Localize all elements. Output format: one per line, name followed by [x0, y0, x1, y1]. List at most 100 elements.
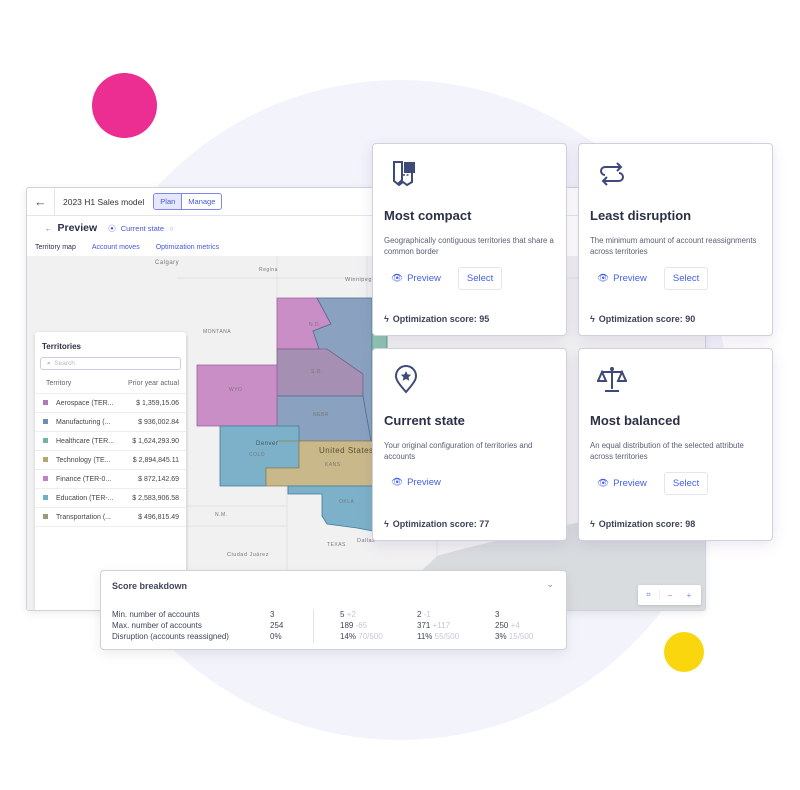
territory-name: Healthcare (TER...: [56, 437, 114, 445]
preview-label: Preview: [407, 273, 441, 284]
scale-icon: [596, 364, 628, 394]
tab-account-moves[interactable]: Account moves: [84, 242, 148, 257]
location-star-icon: [391, 364, 421, 394]
tab-optimization-metrics[interactable]: Optimization metrics: [148, 242, 227, 257]
tab-territory-map[interactable]: Territory map: [27, 242, 84, 257]
map-label: Winnipeg: [345, 277, 372, 283]
option-card: Current state Your original configuratio…: [372, 348, 567, 541]
optimization-score: ϟ Optimization score: 98: [590, 519, 695, 529]
table-row[interactable]: Aerospace (TER... $ 1,359,15.06: [35, 394, 186, 413]
map-label: Calgary: [155, 260, 179, 266]
eye-icon: 👁︎: [597, 273, 610, 284]
preview-label: Preview: [613, 273, 647, 284]
card-title: Least disruption: [590, 208, 692, 223]
territory-value: $ 872,142.69: [138, 475, 179, 483]
card-title: Current state: [384, 413, 465, 428]
preview-label: Preview: [407, 477, 441, 488]
card-title: Most balanced: [590, 413, 681, 428]
optimization-score: ϟ Optimization score: 90: [590, 314, 695, 324]
table-row[interactable]: Education (TER-... $ 2,583,906.58: [35, 489, 186, 508]
score-text: Optimization score: 95: [392, 314, 490, 324]
metric-delta: +117: [432, 621, 451, 630]
territory-list: Aerospace (TER... $ 1,359,15.06 Manufactur…: [35, 394, 186, 527]
map-label: KANS: [325, 462, 341, 468]
card-description: Geographically contiguous territories th…: [384, 236, 554, 256]
tab-manage[interactable]: Manage: [182, 194, 221, 209]
table-row[interactable]: Finance (TER-0... $ 872,142.69: [35, 470, 186, 489]
radio-icon[interactable]: ○: [169, 224, 174, 233]
map-label: N.M.: [215, 512, 228, 518]
territory-swatch: [43, 513, 48, 519]
score-text: Optimization score: 98: [598, 519, 696, 529]
map-controls: ⌗ − +: [638, 585, 701, 605]
current-value: 254: [270, 621, 284, 630]
option-card: Most balanced An equal distribution of t…: [578, 348, 773, 541]
current-value: 0%: [270, 632, 282, 641]
table-header: Territory Prior year actual: [35, 370, 186, 394]
map-label: Regina: [259, 267, 278, 273]
metric-value: 5: [340, 610, 345, 619]
map-label: COLO: [249, 452, 265, 458]
select-button[interactable]: Select: [457, 267, 503, 290]
card-description: The minimum amount of account reassignme…: [590, 236, 757, 256]
current-state-label: Current state: [120, 223, 165, 233]
metric-delta: -1: [423, 610, 431, 619]
metric-value: 14%: [340, 632, 357, 641]
territories-title: Territories: [42, 342, 81, 351]
metric-delta: 15/500: [508, 632, 534, 641]
preview-row: ← Preview ⦿ Current state ○: [45, 222, 174, 234]
optimization-score: ϟ Optimization score: 77: [384, 519, 489, 529]
select-button[interactable]: Select: [663, 267, 709, 290]
back-arrow-icon[interactable]: ←: [45, 224, 53, 233]
option-column: 2 -1 371 +117 11% 55/500: [417, 609, 459, 642]
score-breakdown-panel: Score breakdown ⌄ Min. number of account…: [100, 570, 567, 650]
metric-delta: 70/500: [358, 632, 383, 641]
arrows-loop-icon: [597, 159, 627, 189]
location-pin-icon: ⦿: [108, 223, 116, 233]
preview-title: Preview: [57, 222, 98, 234]
score-text: Optimization score: 90: [598, 314, 696, 324]
metric-label: Min. number of accounts: [112, 610, 200, 619]
column-territory: Territory: [46, 380, 72, 387]
preview-button[interactable]: 👁︎ Preview: [384, 268, 448, 289]
table-row[interactable]: Technology (TE... $ 2,894,845.11: [35, 451, 186, 470]
search-input[interactable]: ⌕ Search: [40, 357, 181, 370]
territory-name: Education (TER-...: [56, 494, 114, 502]
preview-button[interactable]: 👁︎ Preview: [384, 472, 448, 493]
tab-plan[interactable]: Plan: [154, 194, 183, 209]
model-title: 2023 H1 Sales model: [63, 196, 145, 207]
option-card: Least disruption The minimum amount of a…: [578, 143, 773, 336]
territory-name: Technology (TE...: [56, 456, 111, 464]
map-compact-icon: [391, 159, 421, 189]
preview-button[interactable]: 👁︎ Preview: [590, 268, 654, 289]
back-arrow-icon[interactable]: ←: [27, 188, 55, 216]
chevron-down-icon[interactable]: ⌄: [546, 579, 554, 590]
map-label: OKLA: [339, 499, 355, 505]
zoom-out-button[interactable]: −: [660, 591, 680, 600]
territory-swatch: [43, 399, 48, 405]
fit-bounds-icon[interactable]: ⌗: [638, 590, 660, 600]
map-label: WYO: [229, 387, 242, 393]
metric-value: 3: [495, 610, 500, 619]
select-button[interactable]: Select: [663, 472, 709, 495]
search-icon: ⌕: [47, 360, 51, 367]
metric-value: 11%: [417, 632, 433, 641]
preview-button[interactable]: 👁︎ Preview: [590, 473, 654, 494]
column-prior-year: Prior year actual: [128, 380, 179, 387]
metric-delta: 55/500: [434, 632, 460, 641]
table-row[interactable]: Manufacturing (... $ 936,002.84: [35, 413, 186, 432]
region-wy: [196, 364, 278, 427]
territory-value: $ 2,583,906.58: [132, 494, 179, 502]
territory-name: Aerospace (TER...: [56, 399, 114, 407]
table-row[interactable]: Healthcare (TER... $ 1,624,293.90: [35, 432, 186, 451]
metric-label: Max. number of accounts: [112, 621, 202, 630]
optimization-score: ϟ Optimization score: 95: [384, 314, 489, 324]
table-row[interactable]: Transportation (... $ 496,815.49: [35, 508, 186, 527]
score-text: Optimization score: 77: [392, 519, 490, 529]
territory-name: Manufacturing (...: [56, 418, 111, 426]
option-column: 3 250 +4 3% 15/500: [495, 609, 533, 642]
metric-value: 250: [495, 621, 509, 630]
zoom-in-button[interactable]: +: [680, 591, 698, 600]
option-column: 5 +2 189 -65 14% 70/500: [340, 609, 383, 642]
territory-value: $ 2,894,845.11: [132, 456, 179, 464]
